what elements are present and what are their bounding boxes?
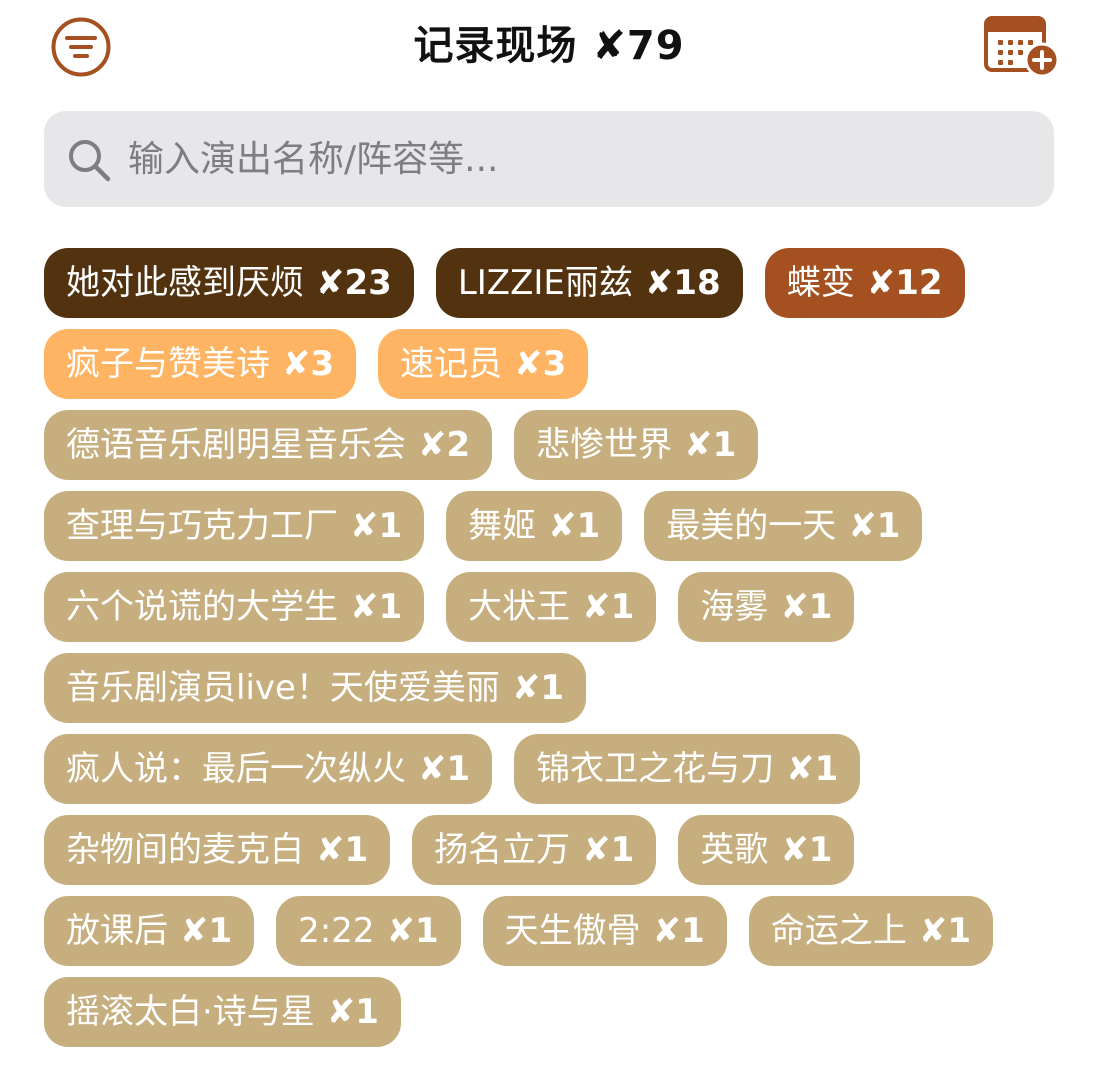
show-tag-name: 英歌 — [700, 830, 769, 870]
show-tag-name: 最美的一天 — [666, 506, 837, 546]
show-tag[interactable]: 英歌 ✘1 — [678, 815, 855, 885]
show-tag-count: ✘1 — [582, 830, 635, 870]
show-tag-name: 她对此感到厌烦 — [66, 263, 304, 303]
show-tag-count: ✘1 — [786, 749, 839, 789]
show-tag-count: ✘1 — [684, 425, 737, 465]
show-tag-name: 德语音乐剧明星音乐会 — [66, 425, 406, 465]
show-tag-count: ✘23 — [316, 263, 392, 303]
show-tag[interactable]: 天生傲骨 ✘1 — [482, 896, 727, 966]
show-tag[interactable]: 放课后 ✘1 — [44, 896, 255, 966]
show-tag[interactable]: 命运之上 ✘1 — [748, 896, 993, 966]
show-tag[interactable]: 她对此感到厌烦 ✘23 — [44, 248, 414, 318]
show-tag-name: 疯人说：最后一次纵火 — [66, 749, 406, 789]
show-tag-count: ✘1 — [316, 830, 369, 870]
show-tag[interactable]: 疯子与赞美诗 ✘3 — [44, 329, 357, 399]
show-tag-name: 六个说谎的大学生 — [66, 587, 338, 627]
show-tag[interactable]: 疯人说：最后一次纵火 ✘1 — [44, 734, 493, 804]
page-title: 记录现场 ✘79 — [413, 23, 685, 69]
search-bar — [44, 111, 1054, 207]
show-tag-name: 疯子与赞美诗 — [66, 344, 270, 384]
tag-list: 她对此感到厌烦 ✘23 LIZZIE丽兹 ✘18 蝶变 ✘12 疯子与赞美诗 ✘3 速记员 ✘3 德… — [44, 248, 1054, 1047]
show-tag[interactable]: 速记员 ✘3 — [378, 329, 589, 399]
show-tag[interactable]: 德语音乐剧明星音乐会 ✘2 — [44, 410, 493, 480]
show-tag-name: 速记员 — [400, 344, 503, 384]
show-tag[interactable]: 舞姬 ✘1 — [446, 491, 623, 561]
show-tag-name: 扬名立万 — [434, 830, 571, 870]
show-tag-name: LIZZIE丽兹 — [457, 263, 633, 303]
show-tag-count: ✘1 — [350, 506, 403, 546]
show-tag-count: ✘1 — [511, 668, 565, 708]
show-tag[interactable]: 六个说谎的大学生 ✘1 — [44, 572, 425, 642]
show-tag-count: ✘12 — [866, 263, 943, 303]
show-tag-count: ✘1 — [350, 587, 403, 627]
show-tag-name: 舞姬 — [468, 506, 537, 546]
show-tag-name: 大状王 — [468, 587, 571, 627]
show-tag-count: ✘1 — [326, 992, 379, 1032]
show-tag[interactable]: 杂物间的麦克白 ✘1 — [44, 815, 391, 885]
show-tag[interactable]: 悲惨世界 ✘1 — [514, 410, 759, 480]
show-tag-count: ✘1 — [848, 506, 901, 546]
show-tag-name: 摇滚太白·诗与星 — [66, 992, 315, 1032]
show-tag-name: 锦衣卫之花与刀 — [536, 749, 775, 789]
show-tag[interactable]: 最美的一天 ✘1 — [644, 491, 923, 561]
show-tag-count: ✘1 — [418, 749, 471, 789]
show-tag-count: ✘3 — [514, 344, 567, 384]
show-tag-count: ✘1 — [548, 506, 601, 546]
show-tag-count: ✘2 — [418, 425, 471, 465]
add-calendar-button[interactable] — [984, 14, 1060, 78]
show-tag[interactable]: 蝶变 ✘12 — [764, 248, 965, 318]
show-tag-name: 杂物间的麦克白 — [66, 830, 304, 870]
show-tag-count: ✘1 — [780, 587, 833, 627]
show-tag[interactable]: 扬名立万 ✘1 — [412, 815, 657, 885]
show-tag[interactable]: 摇滚太白·诗与星 ✘1 — [44, 977, 401, 1047]
show-tag-count: ✘18 — [644, 263, 721, 303]
calendar-add-icon — [984, 16, 1060, 78]
show-tag-count: ✘1 — [918, 911, 971, 951]
show-tag[interactable]: 查理与巧克力工厂 ✘1 — [44, 491, 425, 561]
show-tag[interactable]: 2:22 ✘1 — [276, 896, 461, 966]
search-icon — [69, 140, 111, 182]
show-tag-name: 悲惨世界 — [536, 425, 673, 465]
show-tag-count: ✘3 — [282, 344, 335, 384]
show-tag-count: ✘1 — [652, 911, 705, 951]
show-tag-name: 放课后 — [66, 911, 168, 951]
show-tag-count: ✘1 — [386, 911, 439, 951]
header: 记录现场 ✘79 — [0, 0, 1098, 96]
show-tag-name: 查理与巧克力工厂 — [66, 506, 338, 546]
show-tag-name: 命运之上 — [770, 911, 907, 951]
show-tag-count: ✘1 — [780, 830, 833, 870]
show-tag-count: ✘1 — [180, 911, 233, 951]
show-tag[interactable]: 音乐剧演员live！天使爱美丽 ✘1 — [44, 653, 587, 723]
show-tag[interactable]: LIZZIE丽兹 ✘18 — [435, 248, 743, 318]
show-tag[interactable]: 锦衣卫之花与刀 ✘1 — [514, 734, 861, 804]
show-tag-name: 音乐剧演员live！天使爱美丽 — [66, 668, 500, 708]
show-tag-name: 海雾 — [700, 587, 769, 627]
show-tag[interactable]: 大状王 ✘1 — [446, 572, 657, 642]
show-tag-name: 天生傲骨 — [504, 911, 641, 951]
show-tag-name: 2:22 — [298, 911, 375, 951]
show-tag-name: 蝶变 — [786, 263, 855, 303]
show-tag-count: ✘1 — [582, 587, 635, 627]
search-input[interactable] — [128, 127, 1028, 191]
show-tag[interactable]: 海雾 ✘1 — [678, 572, 855, 642]
